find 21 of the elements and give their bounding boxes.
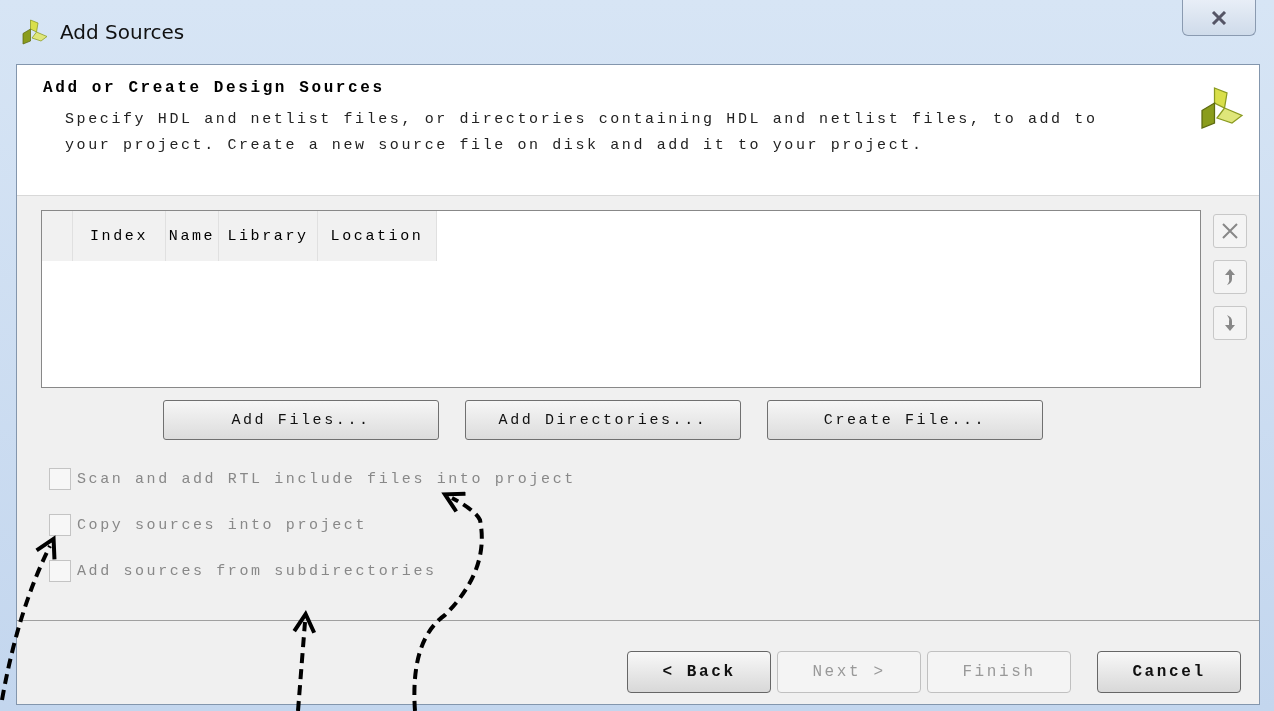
page-description: Specify HDL and netlist files, or directories containing HDL and netlist files, to add to your project. Create a new source file on disk and add it to your project. bbox=[65, 110, 1099, 156]
logo-icon bbox=[20, 17, 50, 47]
column-header[interactable]: Index bbox=[73, 211, 166, 261]
column-header[interactable]: Location bbox=[318, 211, 437, 261]
page-title: Add or Create Design Sources bbox=[43, 79, 386, 97]
close-button[interactable] bbox=[1182, 0, 1256, 36]
window-title: Add Sources bbox=[60, 20, 185, 44]
checkbox-label: Add sources from subdirectories bbox=[77, 562, 437, 580]
add-button[interactable]: Add Files... bbox=[163, 400, 439, 440]
checkbox-label: Scan and add RTL include files into project bbox=[77, 470, 576, 488]
checkbox-label: Copy sources into project bbox=[77, 516, 368, 534]
add-button[interactable]: Create File... bbox=[767, 400, 1043, 440]
wizard-button[interactable]: < Back bbox=[627, 651, 771, 693]
arrow-down-icon bbox=[1224, 314, 1236, 332]
column-header[interactable]: Name bbox=[166, 211, 219, 261]
close-icon bbox=[1211, 10, 1227, 25]
add-button[interactable]: Add Directories... bbox=[465, 400, 741, 440]
close-icon bbox=[1221, 222, 1239, 240]
column-header[interactable]: Library bbox=[219, 211, 318, 261]
wizard-button[interactable]: Cancel bbox=[1097, 651, 1241, 693]
arrow-up-icon bbox=[1224, 268, 1236, 286]
